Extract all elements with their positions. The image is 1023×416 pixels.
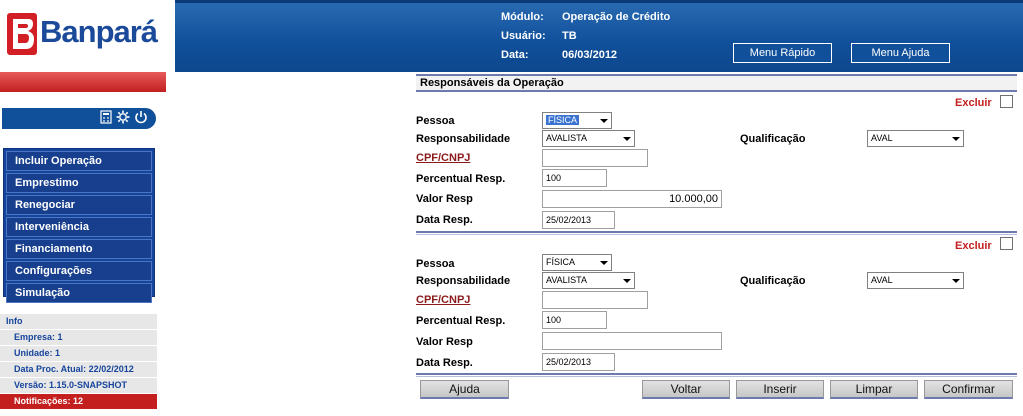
info-title: Info: [0, 314, 157, 330]
ajuda-button[interactable]: Ajuda: [420, 380, 509, 399]
cpf-cnpj-input[interactable]: [542, 291, 648, 309]
pessoa-label: Pessoa: [416, 115, 455, 127]
chevron-down-icon: [600, 119, 608, 123]
pessoa-select-value: FÍSICA: [546, 115, 580, 125]
gear-icon[interactable]: [116, 110, 130, 128]
cpf-cnpj-input[interactable]: [542, 149, 648, 167]
excluir-checkbox[interactable]: [1000, 237, 1013, 250]
menu-item-incluir-operacao[interactable]: Incluir Operação: [6, 151, 152, 171]
valor-input[interactable]: [542, 332, 722, 350]
voltar-button[interactable]: Voltar: [642, 380, 730, 399]
responsabilidade-select[interactable]: AVALISTA: [542, 272, 635, 289]
data-label: Data:: [501, 49, 529, 61]
percentual-input[interactable]: 100: [542, 311, 607, 329]
info-data-proc: Data Proc. Atual: 22/02/2012: [0, 362, 157, 378]
qualificacao-select[interactable]: AVAL: [867, 130, 964, 147]
confirmar-button[interactable]: Confirmar: [924, 380, 1013, 399]
qualificacao-label: Qualificação: [740, 275, 806, 287]
responsabilidade-label: Responsabilidade: [416, 275, 511, 287]
menu-item-renegociar[interactable]: Renegociar: [6, 195, 152, 215]
pessoa-label: Pessoa: [416, 258, 455, 270]
sidebar-toolbar: [2, 108, 156, 129]
limpar-button[interactable]: Limpar: [830, 380, 918, 399]
qualificacao-select-value: AVAL: [871, 133, 893, 143]
main-menu: Incluir Operação Emprestimo Renegociar I…: [3, 148, 155, 303]
responsabilidade-select-value: AVALISTA: [546, 275, 588, 285]
modulo-value: Operação de Crédito: [562, 11, 671, 23]
usuario-label: Usuário:: [501, 30, 546, 42]
menu-item-emprestimo[interactable]: Emprestimo: [6, 173, 152, 193]
responsaveis-form: Responsáveis da Operação Excluir Pessoa …: [416, 72, 1017, 380]
menu-item-financiamento[interactable]: Financiamento: [6, 239, 152, 259]
data-resp-label: Data Resp.: [416, 357, 473, 369]
menu-rapido-button[interactable]: Menu Rápido: [733, 43, 832, 63]
pessoa-select-value: FÍSICA: [546, 257, 576, 267]
cpf-cnpj-link[interactable]: CPF/CNPJ: [416, 152, 470, 164]
chevron-down-icon: [952, 137, 960, 141]
menu-item-configuracoes[interactable]: Configurações: [6, 261, 152, 281]
data-resp-input[interactable]: 25/02/2013: [542, 211, 615, 229]
menu-ajuda-button[interactable]: Menu Ajuda: [851, 43, 950, 63]
data-resp-input[interactable]: 25/02/2013: [542, 353, 615, 371]
inserir-button[interactable]: Inserir: [736, 380, 824, 399]
qualificacao-select-value: AVAL: [871, 275, 893, 285]
data-value: 06/03/2012: [562, 49, 618, 61]
excluir-label: Excluir: [955, 240, 992, 252]
info-versao: Versão: 1.15.0-SNAPSHOT: [0, 378, 157, 394]
section-title: Responsáveis da Operação: [416, 74, 1017, 92]
logo-text: Banpará: [40, 14, 158, 49]
cpf-cnpj-link[interactable]: CPF/CNPJ: [416, 294, 470, 306]
calculator-icon[interactable]: [100, 110, 112, 128]
chevron-down-icon: [623, 137, 631, 141]
block-separator: [416, 373, 1017, 377]
responsabilidade-select[interactable]: AVALISTA: [542, 130, 635, 147]
valor-input[interactable]: 10.000,00: [542, 190, 722, 208]
banpara-logo-icon: [7, 13, 37, 55]
info-empresa: Empresa: 1: [0, 330, 157, 346]
excluir-label: Excluir: [955, 97, 992, 109]
percentual-input[interactable]: 100: [542, 169, 607, 187]
percentual-label: Percentual Resp.: [416, 315, 506, 327]
menu-item-interveniencia[interactable]: Interveniência: [6, 217, 152, 237]
qualificacao-select[interactable]: AVAL: [867, 272, 964, 289]
sidebar-red-bar: [0, 72, 166, 92]
excluir-checkbox[interactable]: [1000, 95, 1013, 108]
responsabilidade-label: Responsabilidade: [416, 133, 511, 145]
app-header: Banpará Módulo: Operação de Crédito Usuá…: [0, 0, 1023, 72]
chevron-down-icon: [952, 279, 960, 283]
info-panel: Info Empresa: 1 Unidade: 1 Data Proc. At…: [0, 314, 157, 410]
notificacoes-link[interactable]: Notificações: 12: [0, 394, 157, 410]
pessoa-select[interactable]: FÍSICA: [542, 112, 612, 129]
percentual-label: Percentual Resp.: [416, 173, 506, 185]
data-resp-label: Data Resp.: [416, 214, 473, 226]
logo: Banpará: [0, 0, 175, 72]
valor-label: Valor Resp: [416, 193, 473, 205]
info-unidade: Unidade: 1: [0, 346, 157, 362]
block-separator: [416, 231, 1017, 235]
usuario-value: TB: [562, 30, 577, 42]
chevron-down-icon: [600, 261, 608, 265]
menu-item-simulacao[interactable]: Simulação: [6, 283, 152, 303]
modulo-label: Módulo:: [501, 11, 544, 23]
valor-label: Valor Resp: [416, 336, 473, 348]
power-icon[interactable]: [134, 110, 148, 128]
qualificacao-label: Qualificação: [740, 133, 806, 145]
chevron-down-icon: [623, 279, 631, 283]
responsabilidade-select-value: AVALISTA: [546, 133, 588, 143]
pessoa-select[interactable]: FÍSICA: [542, 254, 612, 271]
